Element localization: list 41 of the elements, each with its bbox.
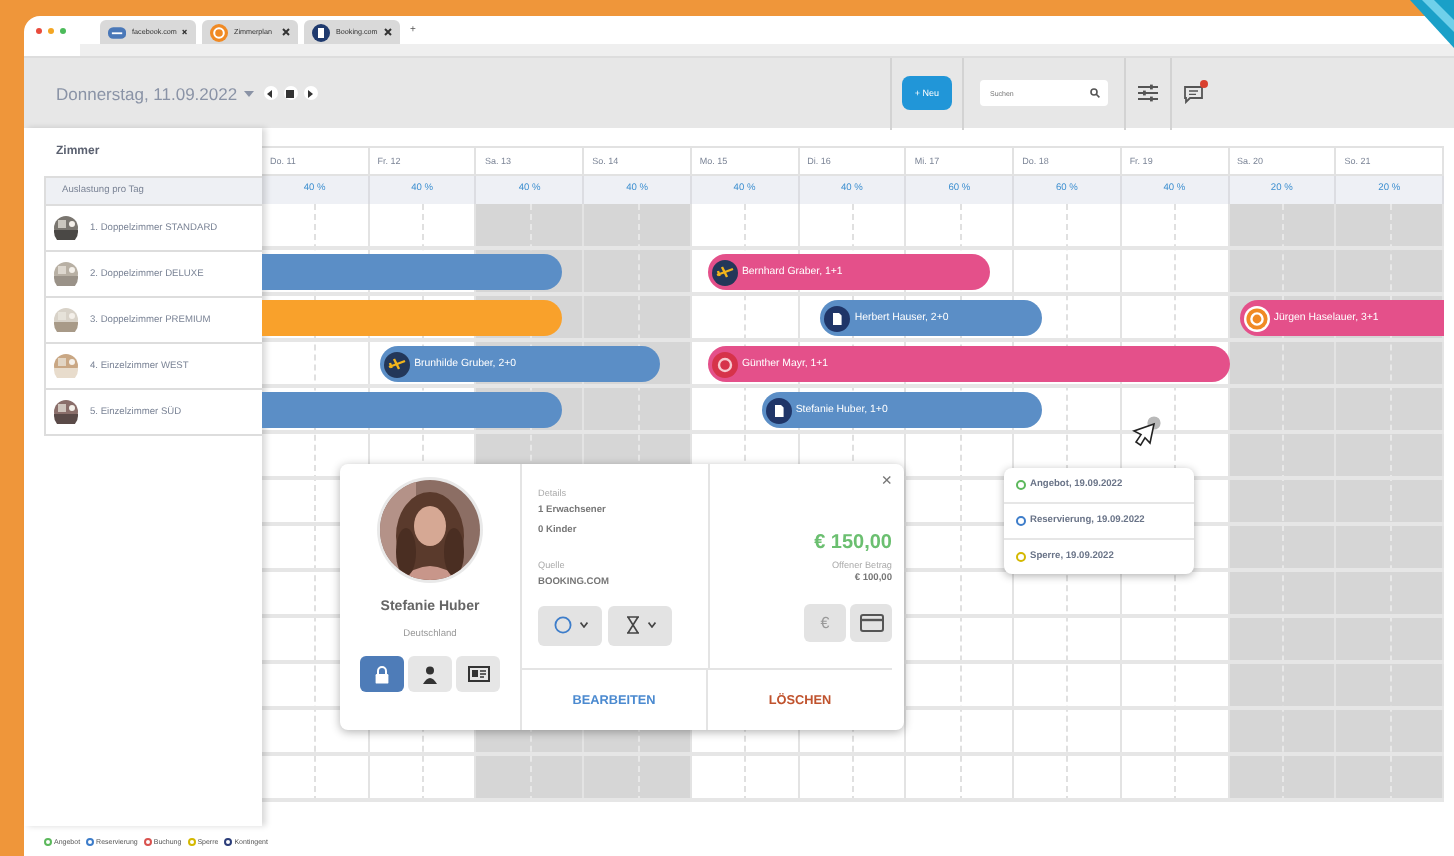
caret-icon	[579, 622, 587, 628]
left-arrow-icon	[266, 89, 275, 97]
today-button[interactable]	[283, 86, 298, 100]
site-icon	[108, 23, 127, 41]
caret-icon	[647, 622, 655, 628]
timer-dropdown[interactable]	[608, 605, 672, 645]
square-icon	[286, 89, 295, 97]
document-icon	[824, 305, 851, 331]
ring-icon	[1243, 305, 1270, 331]
close-icon[interactable]	[182, 28, 188, 36]
date-title[interactable]: Donnerstag, 11.09.2022	[56, 83, 238, 103]
close-icon[interactable]	[282, 28, 290, 36]
ring-icon	[711, 351, 738, 377]
circle-icon	[553, 616, 571, 634]
previous-button[interactable]	[263, 86, 278, 100]
person-button[interactable]	[408, 656, 452, 692]
next-button[interactable]	[303, 86, 318, 100]
document-icon	[312, 23, 330, 41]
close-button[interactable]	[36, 27, 42, 33]
right-arrow-icon	[306, 89, 315, 97]
document-icon	[765, 397, 792, 423]
total-amount: € 150,00	[814, 532, 892, 554]
person-icon	[422, 665, 438, 683]
id-card-icon	[467, 666, 489, 682]
filter-icon[interactable]	[1138, 84, 1158, 102]
close-icon[interactable]	[384, 28, 392, 36]
plane-icon	[384, 351, 411, 377]
card-button[interactable]	[850, 604, 892, 642]
search-icon[interactable]	[1090, 88, 1100, 98]
status-dropdown[interactable]	[538, 605, 602, 645]
cursor-icon	[1132, 416, 1164, 450]
card-icon	[859, 614, 883, 632]
id-card-button[interactable]	[456, 656, 500, 692]
hourglass-icon	[625, 616, 639, 634]
close-button[interactable]: ×	[881, 472, 892, 490]
cash-button[interactable]: €	[804, 604, 846, 642]
chat-icon[interactable]	[1184, 83, 1206, 103]
lock-icon	[374, 665, 390, 683]
lock-button[interactable]	[360, 656, 404, 692]
plane-icon	[711, 259, 738, 285]
ring-icon	[210, 23, 228, 41]
